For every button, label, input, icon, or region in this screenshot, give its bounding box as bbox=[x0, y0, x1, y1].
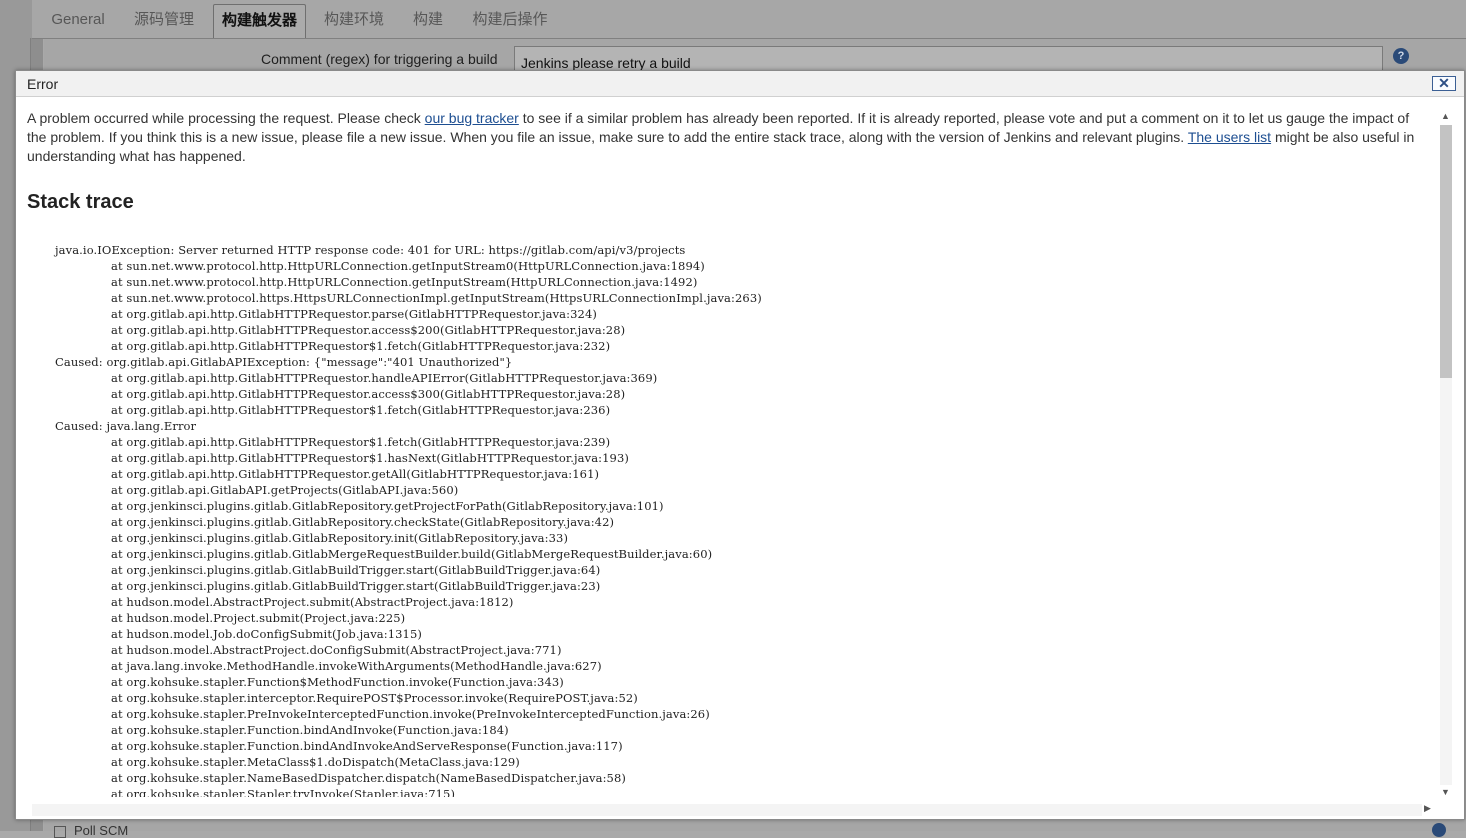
stack-frame-line: at org.gitlab.api.http.GitlabHTTPRequest… bbox=[111, 323, 626, 337]
help-icon[interactable]: ? bbox=[1393, 48, 1409, 64]
stack-frame-line: at sun.net.www.protocol.http.HttpURLConn… bbox=[111, 275, 698, 289]
stack-frame-line: at org.jenkinsci.plugins.gitlab.GitlabMe… bbox=[111, 547, 713, 561]
dialog-body: A problem occurred while processing the … bbox=[27, 109, 1432, 797]
exception-line: Caused: org.gitlab.api.GitlabAPIExceptio… bbox=[55, 355, 513, 369]
comment-regex-label: Comment (regex) for triggering a build bbox=[261, 51, 498, 67]
stack-frame-line: at org.kohsuke.stapler.Function.bindAndI… bbox=[111, 723, 509, 737]
tab-post-build-actions[interactable]: 构建后操作 bbox=[464, 4, 556, 38]
stack-frame-line: at org.jenkinsci.plugins.gitlab.GitlabRe… bbox=[111, 515, 615, 529]
tab-general[interactable]: General bbox=[42, 4, 114, 38]
users-list-link[interactable]: The users list bbox=[1188, 129, 1271, 145]
stack-frame-line: at org.kohsuke.stapler.Function.bindAndI… bbox=[111, 739, 623, 753]
scroll-up-arrow-icon[interactable]: ▲ bbox=[1441, 111, 1450, 121]
stack-frame-line: at hudson.model.Project.submit(Project.j… bbox=[111, 611, 406, 625]
dialog-header: Error ✕ bbox=[16, 71, 1464, 97]
stack-frame-line: at org.kohsuke.stapler.Stapler.tryInvoke… bbox=[111, 787, 456, 797]
exception-line: Caused: java.lang.Error bbox=[55, 419, 197, 433]
stack-frame-line: at org.gitlab.api.GitlabAPI.getProjects(… bbox=[111, 483, 459, 497]
close-icon[interactable]: ✕ bbox=[1432, 76, 1456, 91]
stack-frame-line: at org.gitlab.api.http.GitlabHTTPRequest… bbox=[111, 387, 626, 401]
exception-line: java.io.IOException: Server returned HTT… bbox=[55, 243, 686, 257]
stack-frame-line: at org.kohsuke.stapler.MetaClass$1.doDis… bbox=[111, 755, 520, 769]
stack-frame-line: at sun.net.www.protocol.https.HttpsURLCo… bbox=[111, 291, 762, 305]
stack-frame-line: at org.kohsuke.stapler.Function$MethodFu… bbox=[111, 675, 564, 689]
stack-frame-line: at org.jenkinsci.plugins.gitlab.GitlabRe… bbox=[111, 531, 569, 545]
stack-frame-line: at java.lang.invoke.MethodHandle.invokeW… bbox=[111, 659, 602, 673]
stack-frame-line: at org.gitlab.api.http.GitlabHTTPRequest… bbox=[111, 307, 597, 321]
stack-frame-line: at sun.net.www.protocol.http.HttpURLConn… bbox=[111, 259, 705, 273]
bug-tracker-link[interactable]: our bug tracker bbox=[425, 110, 519, 126]
vertical-scrollbar[interactable]: ▲ ▼ bbox=[1439, 111, 1453, 801]
stack-frame-line: at org.jenkinsci.plugins.gitlab.GitlabBu… bbox=[111, 563, 601, 577]
tab-build-triggers[interactable]: 构建触发器 bbox=[213, 4, 306, 38]
tab-build[interactable]: 构建 bbox=[404, 4, 452, 38]
poll-scm-checkbox[interactable] bbox=[54, 825, 66, 838]
scrollbar-track[interactable] bbox=[32, 804, 1422, 816]
stack-trace-heading: Stack trace bbox=[27, 191, 134, 213]
error-intro-text: A problem occurred while processing the … bbox=[27, 109, 1432, 166]
scroll-down-arrow-icon[interactable]: ▼ bbox=[1441, 787, 1450, 797]
tab-source-code-management[interactable]: 源码管理 bbox=[124, 4, 204, 38]
stack-trace-block: java.io.IOException: Server returned HTT… bbox=[55, 242, 1432, 797]
dialog-title: Error bbox=[27, 76, 59, 92]
stack-frame-line: at org.kohsuke.stapler.NameBasedDispatch… bbox=[111, 771, 626, 785]
stack-frame-line: at org.kohsuke.stapler.PreInvokeIntercep… bbox=[111, 707, 710, 721]
stack-frame-line: at hudson.model.Job.doConfigSubmit(Job.j… bbox=[111, 627, 422, 641]
scroll-right-arrow-icon[interactable]: ▶ bbox=[1424, 803, 1431, 814]
stack-frame-line: at org.gitlab.api.http.GitlabHTTPRequest… bbox=[111, 339, 611, 353]
config-tabbar: General 源码管理 构建触发器 构建环境 构建 构建后操作 bbox=[32, 0, 1466, 39]
stack-frame-line: at org.jenkinsci.plugins.gitlab.GitlabBu… bbox=[111, 579, 601, 593]
stack-frame-line: at org.kohsuke.stapler.interceptor.Requi… bbox=[111, 691, 638, 705]
intro-text-part: A problem occurred while processing the … bbox=[27, 110, 425, 126]
help-icon[interactable] bbox=[1432, 823, 1446, 837]
stack-frame-line: at org.gitlab.api.http.GitlabHTTPRequest… bbox=[111, 403, 611, 417]
stack-frame-line: at org.gitlab.api.http.GitlabHTTPRequest… bbox=[111, 467, 600, 481]
stack-frame-line: at org.gitlab.api.http.GitlabHTTPRequest… bbox=[111, 435, 611, 449]
stack-frame-line: at org.gitlab.api.http.GitlabHTTPRequest… bbox=[111, 451, 629, 465]
comment-regex-input[interactable]: Jenkins please retry a build bbox=[514, 46, 1383, 72]
stack-frame-line: at hudson.model.AbstractProject.submit(A… bbox=[111, 595, 514, 609]
error-dialog: Error ✕ A problem occurred while process… bbox=[15, 70, 1465, 820]
stack-frame-line: at org.gitlab.api.http.GitlabHTTPRequest… bbox=[111, 371, 658, 385]
horizontal-scrollbar[interactable]: ◀ ▶ bbox=[16, 803, 1437, 817]
stack-frame-line: at hudson.model.AbstractProject.doConfig… bbox=[111, 643, 562, 657]
tab-build-environment[interactable]: 构建环境 bbox=[316, 4, 392, 38]
stack-frame-line: at org.jenkinsci.plugins.gitlab.GitlabRe… bbox=[111, 499, 664, 513]
scrollbar-thumb[interactable] bbox=[1440, 125, 1452, 378]
